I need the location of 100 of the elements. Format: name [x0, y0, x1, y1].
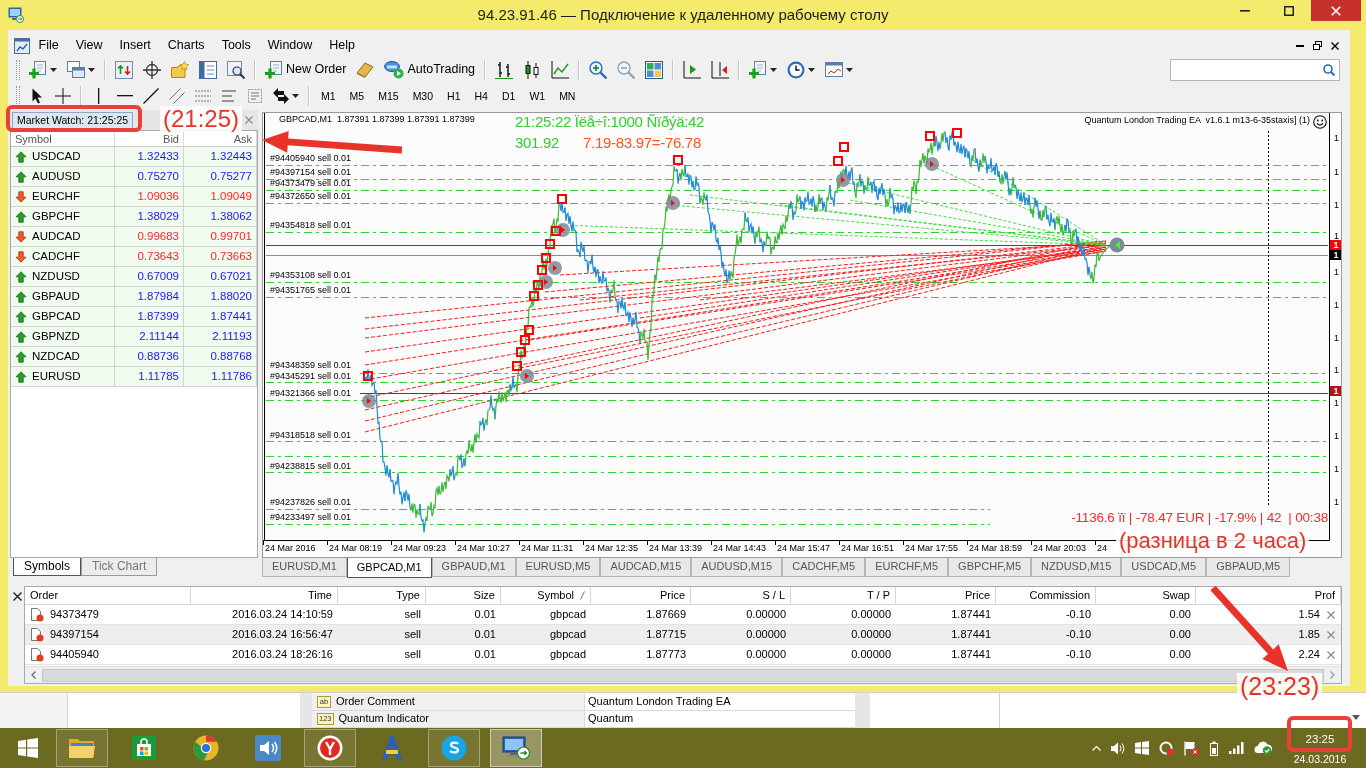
column-header[interactable]: T / P: [791, 587, 896, 605]
chart-tab[interactable]: EURCHF,M5: [865, 558, 949, 577]
table-cell: 0.01: [474, 647, 496, 662]
bid-price: 2.11144: [115, 327, 184, 347]
tab[interactable]: Tick Chart: [81, 558, 158, 577]
restore-button[interactable]: [1312, 40, 1323, 51]
s-disc-icon: [441, 735, 467, 761]
label-frame-icon: [248, 89, 262, 103]
table-cell: 0.00000: [746, 647, 786, 662]
tab[interactable]: Symbols: [13, 558, 81, 577]
close-icon: [1331, 5, 1341, 16]
close-icon: [245, 116, 253, 124]
taskbar-app[interactable]: [428, 729, 480, 767]
up-down-arrows-icon: [115, 60, 133, 79]
time-axis-label: 24 Mar 2016: [265, 544, 316, 553]
timeframe-button[interactable]: M15: [372, 85, 405, 107]
ring-badge-icon[interactable]: [1159, 740, 1174, 756]
chart-tab[interactable]: USDCAD,M5: [1121, 558, 1207, 577]
chevron-right-icon: [1330, 671, 1335, 679]
table-cell: 1.87715: [646, 627, 686, 642]
chart-tab[interactable]: GBPCAD,M1: [346, 558, 432, 578]
highlight-frame: [1287, 716, 1352, 752]
chart-tab[interactable]: GBPAUD,M5: [1206, 558, 1291, 577]
menu-item[interactable]: Tools: [213, 37, 260, 54]
monitor-icon: [8, 7, 24, 23]
taskbar-app[interactable]: [490, 729, 542, 767]
timeframe-button[interactable]: M5: [343, 85, 371, 107]
timeframe-button[interactable]: MN: [553, 85, 582, 107]
caret-icon: [808, 67, 816, 72]
time-axis-label: 24 Mar 20:03: [1033, 544, 1087, 553]
column-header[interactable]: Size: [426, 587, 501, 605]
horizontal-line-icon: [117, 95, 133, 97]
column-header[interactable]: Price: [591, 587, 691, 605]
window-title: 94.23.91.46 — Подключение к удаленному рабочему столу: [477, 6, 889, 24]
chart-tab[interactable]: EURUSD,M1: [262, 558, 347, 577]
channel-icon: [169, 88, 185, 104]
menu-item[interactable]: Charts: [159, 37, 214, 54]
clock-date[interactable]: 24.03.2016: [1293, 753, 1347, 766]
close-button[interactable]: [11, 591, 23, 602]
battery-icon[interactable]: [1209, 740, 1219, 756]
signal-bars-icon[interactable]: [1229, 742, 1244, 754]
speaker-icon[interactable]: [1111, 741, 1125, 755]
column-header[interactable]: Symbol: [501, 587, 591, 605]
grid-icon: [645, 60, 664, 79]
clock-time[interactable]: 23:25: [1305, 732, 1335, 746]
vertical-line-icon: [98, 88, 100, 104]
timeframe-button[interactable]: H1: [441, 85, 467, 107]
column-header[interactable]: Price: [896, 587, 996, 605]
ask-price: 0.88768: [184, 347, 257, 367]
chart-tab[interactable]: EURUSD,M5: [515, 558, 601, 577]
table-cell: 0.00000: [851, 607, 891, 622]
four-panes-icon[interactable]: [1135, 741, 1149, 755]
new-order-button[interactable]: New Order: [261, 57, 351, 82]
chart-tab[interactable]: GBPAUD,M1: [431, 558, 516, 577]
y-disc-icon: [317, 735, 343, 761]
close-button[interactable]: [1330, 40, 1340, 51]
chart-tab[interactable]: CADCHF,M5: [782, 558, 866, 577]
chart-tab[interactable]: NZDUSD,M15: [1031, 558, 1122, 577]
menu-item[interactable]: Window: [259, 37, 321, 54]
taskbar-app[interactable]: [304, 729, 356, 767]
shopping-bag-icon: [132, 736, 156, 760]
chart-tab[interactable]: GBPCHF,M5: [948, 558, 1032, 577]
chevron-up-icon[interactable]: [1092, 745, 1101, 751]
menu-item[interactable]: Insert: [111, 37, 160, 54]
search-field[interactable]: [1170, 58, 1340, 81]
ask-price: 0.73663: [184, 247, 257, 267]
bid-price: 1.32433: [115, 147, 184, 167]
timeframe-button[interactable]: D1: [495, 85, 522, 107]
timeframe-button[interactable]: W1: [523, 85, 552, 107]
maximize-icon: [1284, 5, 1294, 16]
menu-item[interactable]: File: [30, 37, 68, 54]
time-axis-label: 24 Mar 13:39: [649, 544, 703, 553]
column-header[interactable]: Swap: [1096, 587, 1196, 605]
property-name: Order Comment: [336, 695, 415, 709]
menu-item[interactable]: Help: [320, 37, 364, 54]
table-cell: 2016.03.24 18:26:16: [232, 647, 333, 662]
column-header[interactable]: S / L: [691, 587, 791, 605]
time-axis-label: 24 Mar 11:31: [521, 544, 574, 553]
timeframe-button[interactable]: M30: [406, 85, 440, 107]
column-header[interactable]: Commission: [996, 587, 1096, 605]
bid-price: 0.99683: [115, 227, 184, 247]
price-axis-label: 1: [1334, 268, 1339, 277]
chart-shift-icon: [711, 60, 730, 79]
column-header[interactable]: Time: [191, 587, 338, 605]
cloud-check-icon[interactable]: [1254, 741, 1272, 755]
timeframe-button[interactable]: M1: [315, 85, 342, 107]
autotrading-button[interactable]: AutoTrading: [380, 57, 480, 82]
price-tag: 1: [1330, 250, 1341, 260]
column-header[interactable]: Type: [338, 587, 426, 605]
table-cell: 1.87669: [646, 607, 686, 622]
column-header[interactable]: Order: [25, 587, 191, 605]
chart-tab[interactable]: AUDCAD,M15: [600, 558, 692, 577]
table-cell: 94397154: [50, 627, 99, 642]
ask-price: 0.67021: [184, 267, 257, 287]
flag-error-icon[interactable]: [1184, 740, 1199, 756]
table-cell: 0.01: [474, 607, 496, 622]
menu-item[interactable]: View: [67, 37, 112, 54]
timeframe-button[interactable]: H4: [468, 85, 494, 107]
chart-tab[interactable]: AUDUSD,M15: [691, 558, 783, 577]
ask-price: 1.11786: [184, 367, 257, 387]
